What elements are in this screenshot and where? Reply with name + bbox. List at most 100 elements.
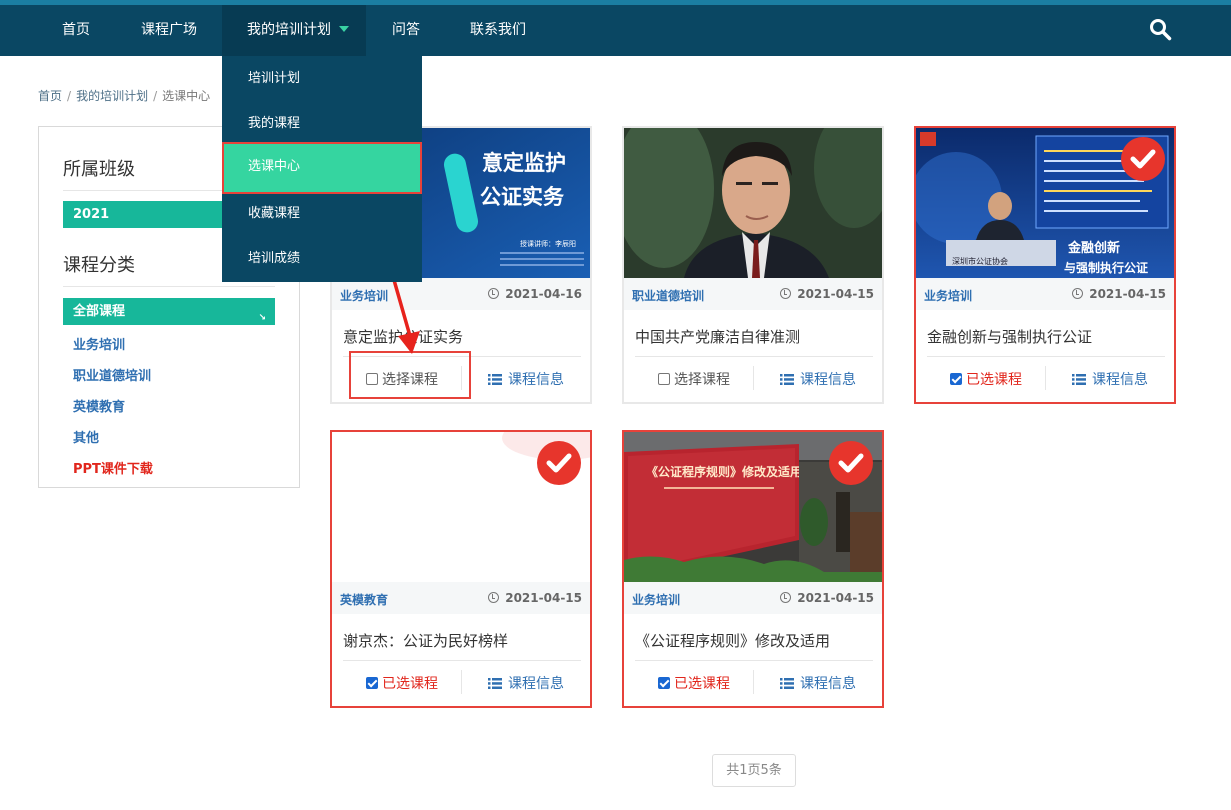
course-info-label: 课程信息 [800, 676, 856, 692]
top-nav-bar: 首页 课程广场 我的培训计划 问答 联系我们 [0, 0, 1231, 56]
course-title[interactable]: 中国共产党廉洁自律准测 [635, 326, 800, 347]
course-info-label: 课程信息 [1092, 372, 1148, 388]
course-card: 深圳市公证协会 金融创新 与强制执行公证 业务培训 2021-04-15 金融创… [914, 126, 1176, 404]
caret-down-icon [339, 26, 349, 32]
divider [1045, 366, 1046, 390]
cover-title-line1: 《公证程序规则》修改及适用 [646, 464, 802, 479]
annotation-highlight-box [349, 351, 471, 399]
course-checkbox-checked[interactable] [366, 677, 378, 689]
select-course-label: 已选课程 [382, 676, 438, 692]
course-card: 职业道德培训 2021-04-15 中国共产党廉洁自律准测 选择课程 课程信息 [622, 126, 884, 404]
list-icon [488, 374, 502, 385]
dropdown-item-my-courses[interactable]: 我的课程 [222, 101, 422, 146]
breadcrumb-separator: / [67, 89, 72, 103]
list-icon [488, 678, 502, 689]
category-ppt-download[interactable]: PPT课件下载 [73, 458, 153, 477]
dropdown-item-course-selection[interactable]: 选课中心 [222, 142, 422, 194]
nav-qa[interactable]: 问答 [392, 5, 420, 56]
nav-contact-us-label: 联系我们 [470, 22, 526, 38]
pagination-label: 共1页5条 [726, 763, 782, 778]
category-role-model-education[interactable]: 英模教育 [73, 396, 125, 415]
selected-course-button[interactable]: 已选课程 [658, 673, 730, 693]
search-icon[interactable] [1148, 17, 1172, 41]
nav-my-training-plan[interactable]: 我的培训计划 [222, 5, 366, 56]
category-section-title: 课程分类 [63, 255, 135, 276]
course-info-button[interactable]: 课程信息 [780, 673, 856, 693]
corner-arrow-icon: ↘ [258, 313, 266, 323]
divider [927, 356, 1165, 357]
nav-course-square[interactable]: 课程广场 [141, 5, 197, 56]
clock-icon [780, 592, 792, 603]
divider [635, 660, 873, 661]
course-date-value: 2021-04-15 [1089, 287, 1166, 301]
course-title[interactable]: 金融创新与强制执行公证 [927, 326, 1092, 347]
cover-title-line2: 公证实务 [480, 185, 565, 209]
select-course-label: 已选课程 [674, 676, 730, 692]
nav-course-square-label: 课程广场 [141, 22, 197, 38]
course-checkbox-checked[interactable] [658, 677, 670, 689]
nav-home[interactable]: 首页 [62, 5, 90, 56]
cover-title-line2: 与强制执行公证 [1064, 260, 1148, 275]
dropdown-item-label: 选课中心 [248, 159, 301, 174]
divider [343, 660, 581, 661]
course-checkbox[interactable] [658, 373, 670, 385]
course-info-button[interactable]: 课程信息 [488, 673, 564, 693]
course-meta: 英模教育 2021-04-15 [332, 582, 590, 614]
course-title[interactable]: 《公证程序规则》修改及适用 [635, 630, 830, 651]
course-meta: 职业道德培训 2021-04-15 [624, 278, 882, 310]
course-info-label: 课程信息 [508, 676, 564, 692]
course-info-button[interactable]: 课程信息 [780, 369, 856, 389]
course-checkbox-checked[interactable] [950, 373, 962, 385]
cover-title-line1: 金融创新 [1067, 240, 1120, 256]
training-plan-dropdown: 培训计划 我的课程 选课中心 收藏课程 培训成绩 [222, 56, 422, 282]
course-card: 《公证程序规则》修改及适用 业务培训 2021-04-15 《公证程序规则》修改… [622, 430, 884, 708]
nav-home-label: 首页 [62, 22, 90, 38]
breadcrumb-home[interactable]: 首页 [38, 87, 62, 104]
category-ethics-training[interactable]: 职业道德培训 [73, 365, 151, 384]
breadcrumb-separator: / [153, 89, 158, 103]
divider [753, 366, 754, 390]
course-thumbnail[interactable] [624, 128, 882, 278]
course-card: 英模教育 2021-04-15 谢京杰：公证为民好榜样 已选课程 课程信息 [330, 430, 592, 708]
pagination-info: 共1页5条 [712, 754, 796, 787]
clock-icon [780, 288, 792, 299]
category-business-training[interactable]: 业务培训 [73, 334, 125, 353]
divider [461, 670, 462, 694]
breadcrumb: 首页 / 我的培训计划 / 选课中心 [38, 87, 210, 104]
selected-course-button[interactable]: 已选课程 [366, 673, 438, 693]
select-course-label: 已选课程 [966, 372, 1022, 388]
course-info-label: 课程信息 [508, 372, 564, 388]
course-info-button[interactable]: 课程信息 [1072, 369, 1148, 389]
course-date: 2021-04-15 [780, 287, 874, 301]
course-category: 业务培训 [340, 289, 389, 303]
dropdown-item-training-scores[interactable]: 培训成绩 [222, 236, 422, 281]
course-category: 业务培训 [924, 289, 973, 303]
cover-org: 深圳市公证协会 [952, 256, 1008, 266]
clock-icon [488, 288, 500, 299]
course-cover-image [624, 128, 882, 278]
clock-icon [1072, 288, 1084, 299]
course-category: 职业道德培训 [632, 289, 705, 303]
category-all-courses[interactable]: 全部课程 ↘ [63, 298, 275, 325]
course-date: 2021-04-15 [1072, 287, 1166, 301]
selected-check-icon [537, 441, 581, 485]
dropdown-item-favorite-courses[interactable]: 收藏课程 [222, 191, 422, 236]
course-info-button[interactable]: 课程信息 [488, 369, 564, 389]
course-meta: 业务培训 2021-04-15 [624, 582, 882, 614]
selected-course-button[interactable]: 已选课程 [950, 369, 1022, 389]
course-title[interactable]: 谢京杰：公证为民好榜样 [343, 630, 508, 651]
select-course-label: 选择课程 [674, 372, 730, 388]
class-value: 2021 [73, 207, 110, 222]
breadcrumb-training-plan[interactable]: 我的培训计划 [76, 87, 148, 104]
course-date: 2021-04-15 [488, 591, 582, 605]
nav-my-training-plan-label: 我的培训计划 [247, 22, 331, 38]
nav-contact-us[interactable]: 联系我们 [470, 5, 526, 56]
category-other[interactable]: 其他 [73, 427, 99, 446]
select-course-button[interactable]: 选择课程 [658, 369, 730, 389]
cover-title-line1: 意定监护 [482, 151, 566, 175]
course-category: 业务培训 [632, 593, 681, 607]
course-title[interactable]: 意定监护公证实务 [343, 326, 463, 347]
divider [635, 356, 873, 357]
course-category: 英模教育 [340, 593, 389, 607]
dropdown-item-training-plan[interactable]: 培训计划 [222, 56, 422, 101]
